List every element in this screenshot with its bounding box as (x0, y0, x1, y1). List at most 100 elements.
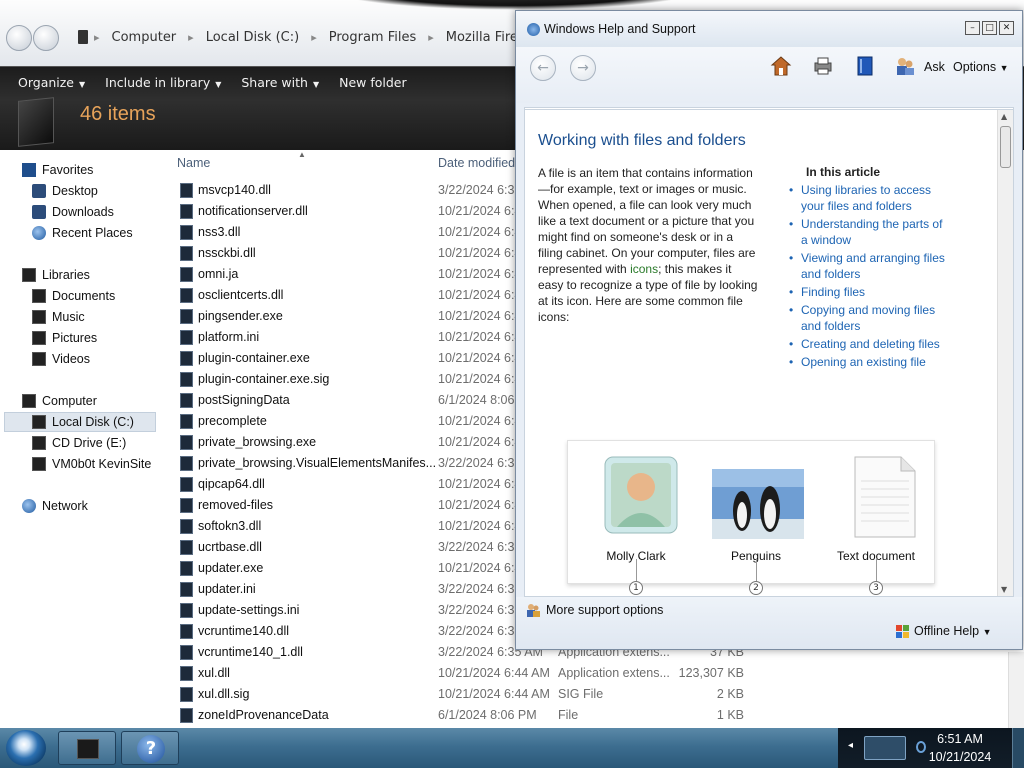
file-row[interactable]: xul.dll.sig 10/21/2024 6:44 AM SIG File 2 K… (168, 684, 1024, 705)
options-menu[interactable]: Options ▼ (953, 60, 1009, 74)
file-date: 10/21/2024 6:4 (438, 561, 522, 575)
article-link[interactable]: Copying and moving files and folders (787, 302, 952, 334)
file-name: nssckbi.dll (198, 246, 256, 260)
nav-label: Videos (52, 352, 90, 366)
nav-videos[interactable]: Videos (32, 349, 90, 369)
file-date: 3/22/2024 6:35 (438, 603, 522, 617)
file-name: removed-files (198, 498, 274, 512)
article-link[interactable]: Opening an existing file (787, 354, 952, 370)
clock-date[interactable]: 10/21/2024 (912, 750, 1008, 764)
more-support-options-link[interactable]: More support options (546, 603, 663, 617)
file-date: 10/21/2024 6:4 (438, 351, 522, 365)
forward-button[interactable]: → (570, 55, 596, 81)
file-row[interactable]: xul.dll 10/21/2024 6:44 AM Application ext… (168, 663, 1024, 684)
back-button[interactable] (6, 25, 32, 51)
column-name[interactable]: Name (177, 156, 210, 170)
file-name: vcruntime140_1.dll (198, 645, 303, 659)
start-button[interactable] (6, 730, 46, 766)
nav-network[interactable]: Network (22, 496, 88, 516)
explorer-icon (77, 739, 99, 759)
network-tray-icon[interactable] (864, 736, 906, 760)
help-scrollbar[interactable]: ▲ ▼ (997, 110, 1013, 596)
back-button[interactable]: ← (530, 55, 556, 81)
column-date-modified[interactable]: Date modified (438, 156, 515, 170)
article-link[interactable]: Viewing and arranging files and folders (787, 250, 952, 282)
nav-cd-drive[interactable]: CD Drive (E:) (32, 433, 126, 453)
close-button[interactable]: ✕ (999, 21, 1014, 35)
nav-recent-places[interactable]: Recent Places (32, 223, 133, 243)
file-date: 10/21/2024 6:4 (438, 414, 522, 428)
help-title-bar[interactable]: Windows Help and Support – □ ✕ (516, 11, 1022, 47)
file-name: xul.dll (198, 666, 230, 680)
new-folder-button[interactable]: New folder (329, 73, 417, 92)
offline-help-menu[interactable]: Offline Help ▼ (914, 624, 992, 638)
file-name: zoneIdProvenanceData (198, 708, 329, 722)
ask-button[interactable]: Ask (924, 60, 945, 74)
nav-label: Local Disk (C:) (52, 415, 134, 429)
nav-desktop[interactable]: Desktop (32, 181, 98, 201)
file-icon (180, 330, 193, 345)
offline-help-label: Offline Help (914, 624, 980, 638)
printer-icon[interactable] (812, 55, 834, 77)
file-row[interactable]: zoneIdProvenanceData 6/1/2024 8:06 PM File… (168, 705, 1024, 726)
home-icon[interactable] (770, 55, 792, 77)
chevron-down-icon: ▼ (999, 63, 1009, 73)
vertical-scrollbar[interactable] (1008, 652, 1024, 728)
file-icon (180, 267, 193, 282)
breadcrumb-program-files[interactable]: Program Files (317, 30, 429, 45)
article-link[interactable]: Understanding the parts of a window (787, 216, 952, 248)
scrollbar-thumb[interactable] (1000, 126, 1011, 168)
file-date: 10/21/2024 6:4 (438, 246, 522, 260)
scroll-down-arrow[interactable]: ▼ (1001, 585, 1007, 594)
nav-computer[interactable]: Computer (22, 391, 97, 411)
taskbar: ? ◂ 6:51 AM 10/21/2024 (0, 728, 1024, 768)
file-name: omni.ja (198, 267, 239, 281)
network-icon (22, 499, 36, 513)
sort-ascending-icon: ▲ (298, 150, 306, 159)
nav-downloads[interactable]: Downloads (32, 202, 114, 222)
taskbar-explorer[interactable] (58, 731, 116, 765)
article-link[interactable]: Finding files (787, 284, 952, 300)
chevron-down-icon: ▼ (312, 80, 320, 89)
file-name: qipcap64.dll (198, 477, 265, 491)
clock-time[interactable]: 6:51 AM (912, 732, 1008, 746)
file-date: 3/22/2024 6:35 (438, 624, 522, 638)
nav-network-share[interactable]: VM0b0t KevinSite (32, 454, 151, 474)
scroll-up-arrow[interactable]: ▲ (1001, 112, 1007, 121)
organize-menu[interactable]: Organize ▼ (8, 73, 95, 92)
breadcrumb-local-disk[interactable]: Local Disk (C:) (194, 30, 311, 45)
nav-local-disk[interactable]: Local Disk (C:) (4, 412, 156, 432)
callout-number: 3 (869, 581, 883, 595)
show-hidden-icons-button[interactable]: ◂ (848, 740, 853, 751)
breadcrumb-computer[interactable]: Computer (100, 30, 189, 45)
nav-label: Documents (52, 289, 116, 303)
article-links: Using libraries to access your files and… (787, 182, 952, 372)
maximize-button[interactable]: □ (982, 21, 997, 35)
offline-help-icon (896, 625, 909, 638)
nav-music[interactable]: Music (32, 307, 85, 327)
nav-documents[interactable]: Documents (32, 286, 115, 306)
forward-button[interactable] (33, 25, 59, 51)
minimize-button[interactable]: – (965, 21, 980, 35)
nav-label: Favorites (42, 163, 94, 177)
nav-label: Music (52, 310, 85, 324)
taskbar-help[interactable]: ? (121, 731, 179, 765)
ask-people-icon[interactable] (894, 55, 916, 77)
nav-favorites[interactable]: Favorites (22, 160, 93, 180)
nav-pictures[interactable]: Pictures (32, 328, 97, 348)
browse-help-icon[interactable] (854, 55, 876, 77)
include-in-library-menu[interactable]: Include in library ▼ (95, 73, 231, 92)
file-date: 10/21/2024 6:4 (438, 330, 522, 344)
file-icon (180, 414, 193, 429)
chevron-down-icon: ▼ (215, 80, 222, 89)
callout-line (876, 559, 877, 583)
article-link[interactable]: Using libraries to access your files and… (787, 182, 952, 214)
article-link[interactable]: Creating and deleting files (787, 336, 952, 352)
show-desktop-button[interactable] (1012, 728, 1024, 768)
icons-keyword-link[interactable]: icons (630, 262, 658, 276)
share-with-menu[interactable]: Share with ▼ (231, 73, 329, 92)
file-name: precomplete (198, 414, 267, 428)
window-title: Windows Help and Support (544, 22, 696, 36)
callout-number: 2 (749, 581, 763, 595)
nav-libraries[interactable]: Libraries (22, 265, 90, 285)
